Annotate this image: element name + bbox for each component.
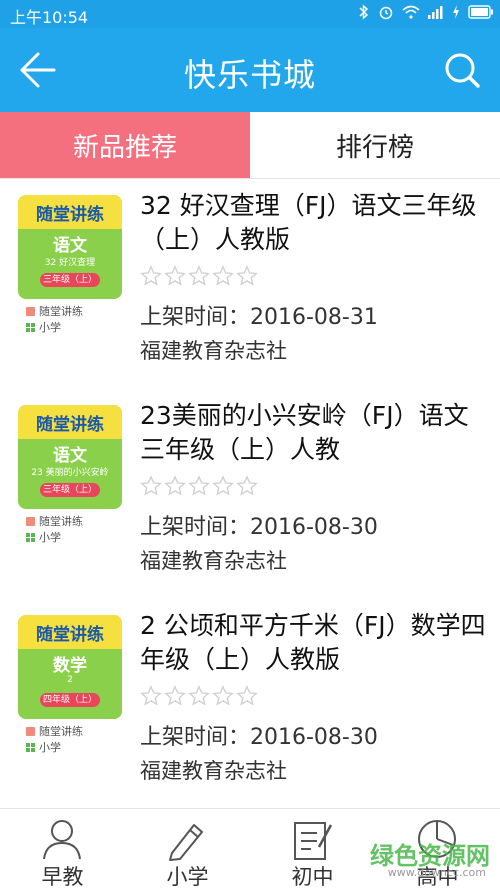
wifi-icon bbox=[402, 5, 420, 19]
cover-series: 随堂讲练 bbox=[18, 615, 122, 649]
tab-new-arrivals[interactable]: 新品推荐 bbox=[0, 112, 250, 178]
cover-grade: 三年级（上） bbox=[40, 273, 100, 287]
cover-series: 随堂讲练 bbox=[18, 405, 122, 439]
grid-icon bbox=[26, 742, 35, 752]
publisher: 福建教育杂志社 bbox=[140, 339, 287, 363]
tab-rankings[interactable]: 排行榜 bbox=[250, 112, 500, 178]
release-date: 上架时间：2016-08-31 bbox=[140, 305, 378, 330]
level-tag: 小学 bbox=[26, 529, 61, 545]
level-label: 小学 bbox=[39, 531, 61, 544]
book-cover[interactable]: 随堂讲练 语文 32 好汉查理 三年级（上） bbox=[18, 195, 122, 299]
watermark-url: www.downcc.com bbox=[387, 866, 486, 879]
search-button[interactable] bbox=[438, 46, 486, 94]
series-tag: 随堂讲练 bbox=[26, 723, 83, 739]
book-cover[interactable]: 随堂讲练 数学 2 四年级（上） bbox=[18, 615, 122, 719]
star-icon bbox=[236, 475, 258, 496]
book-item[interactable]: 随堂讲练 语文 23 美丽的小兴安岭 三年级（上） 随堂讲练 小学 23美丽的小… bbox=[0, 389, 500, 600]
star-icon bbox=[188, 265, 210, 286]
star-icon bbox=[188, 475, 210, 496]
level-tag: 小学 bbox=[26, 739, 61, 755]
star-icon bbox=[212, 265, 234, 286]
rating-stars bbox=[140, 475, 258, 497]
release-date: 上架时间：2016-08-30 bbox=[140, 725, 378, 750]
battery-icon bbox=[468, 5, 493, 19]
signal-icon bbox=[428, 6, 443, 19]
search-icon bbox=[445, 53, 480, 88]
level-label: 小学 bbox=[39, 321, 61, 334]
star-icon bbox=[164, 475, 186, 496]
cover-grade: 四年级（上） bbox=[40, 693, 100, 707]
nav-label: 早教 bbox=[41, 865, 84, 889]
book-icon bbox=[26, 306, 35, 316]
notebook-icon bbox=[294, 822, 333, 860]
status-time: 上午10:54 bbox=[10, 8, 89, 27]
alarm-icon bbox=[379, 6, 393, 20]
status-icons bbox=[358, 4, 494, 20]
star-icon bbox=[140, 475, 162, 496]
star-icon bbox=[236, 685, 258, 706]
nav-item-junior-high[interactable]: 初中 bbox=[250, 809, 375, 890]
book-title[interactable]: 32 好汉查理（FJ）语文三年级（上）人教版 bbox=[140, 189, 490, 257]
star-icon bbox=[164, 265, 186, 286]
rating-stars bbox=[140, 265, 258, 287]
cover-lesson: 2 bbox=[67, 675, 73, 685]
star-icon bbox=[140, 685, 162, 706]
cover-series: 随堂讲练 bbox=[18, 195, 122, 229]
series-label: 随堂讲练 bbox=[39, 515, 83, 528]
series-tag: 随堂讲练 bbox=[26, 513, 83, 529]
pencil-icon bbox=[169, 824, 203, 861]
cover-lesson: 32 好汉查理 bbox=[44, 258, 96, 268]
star-icon bbox=[140, 265, 162, 286]
star-icon bbox=[236, 265, 258, 286]
grid-icon bbox=[26, 322, 35, 332]
cover-grade: 三年级（上） bbox=[40, 483, 100, 497]
release-date: 上架时间：2016-08-30 bbox=[140, 515, 378, 540]
charging-icon bbox=[453, 5, 459, 19]
app-bar: 快乐书城 bbox=[0, 28, 500, 112]
nav-item-primary[interactable]: 小学 bbox=[125, 809, 250, 890]
series-label: 随堂讲练 bbox=[39, 725, 83, 738]
cover-subject: 语文 bbox=[53, 236, 87, 256]
bluetooth-icon bbox=[359, 4, 369, 20]
book-cover[interactable]: 随堂讲练 语文 23 美丽的小兴安岭 三年级（上） bbox=[18, 405, 122, 509]
nav-item-preschool[interactable]: 早教 bbox=[0, 809, 125, 890]
series-label: 随堂讲练 bbox=[39, 305, 83, 318]
status-bar: 上午10:54 bbox=[0, 0, 500, 28]
book-title[interactable]: 23美丽的小兴安岭（FJ）语文三年级（上）人教 bbox=[140, 399, 490, 467]
level-label: 小学 bbox=[39, 741, 61, 754]
book-item[interactable]: 随堂讲练 数学 2 四年级（上） 随堂讲练 小学 2 公顷和平方千米（FJ）数学… bbox=[0, 599, 500, 810]
person-icon bbox=[43, 820, 81, 860]
book-item[interactable]: 随堂讲练 语文 32 好汉查理 三年级（上） 随堂讲练 小学 32 好汉查理（F… bbox=[0, 179, 500, 390]
book-icon bbox=[26, 726, 35, 736]
nav-label: 初中 bbox=[291, 865, 334, 889]
tab-bar: 新品推荐 排行榜 bbox=[0, 112, 500, 179]
nav-label: 小学 bbox=[166, 865, 209, 889]
series-tag: 随堂讲练 bbox=[26, 303, 83, 319]
publisher: 福建教育杂志社 bbox=[140, 759, 287, 783]
star-icon bbox=[212, 475, 234, 496]
grid-icon bbox=[26, 532, 35, 542]
cover-lesson: 23 美丽的小兴安岭 bbox=[31, 468, 109, 478]
rating-stars bbox=[140, 685, 258, 707]
book-title[interactable]: 2 公顷和平方千米（FJ）数学四年级（上）人教版 bbox=[140, 609, 490, 677]
level-tag: 小学 bbox=[26, 319, 61, 335]
publisher: 福建教育杂志社 bbox=[140, 549, 287, 573]
star-icon bbox=[188, 685, 210, 706]
cover-subject: 语文 bbox=[53, 446, 87, 466]
book-icon bbox=[26, 516, 35, 526]
cover-subject: 数学 bbox=[53, 656, 87, 676]
star-icon bbox=[212, 685, 234, 706]
page-title: 快乐书城 bbox=[183, 56, 316, 94]
star-icon bbox=[164, 685, 186, 706]
